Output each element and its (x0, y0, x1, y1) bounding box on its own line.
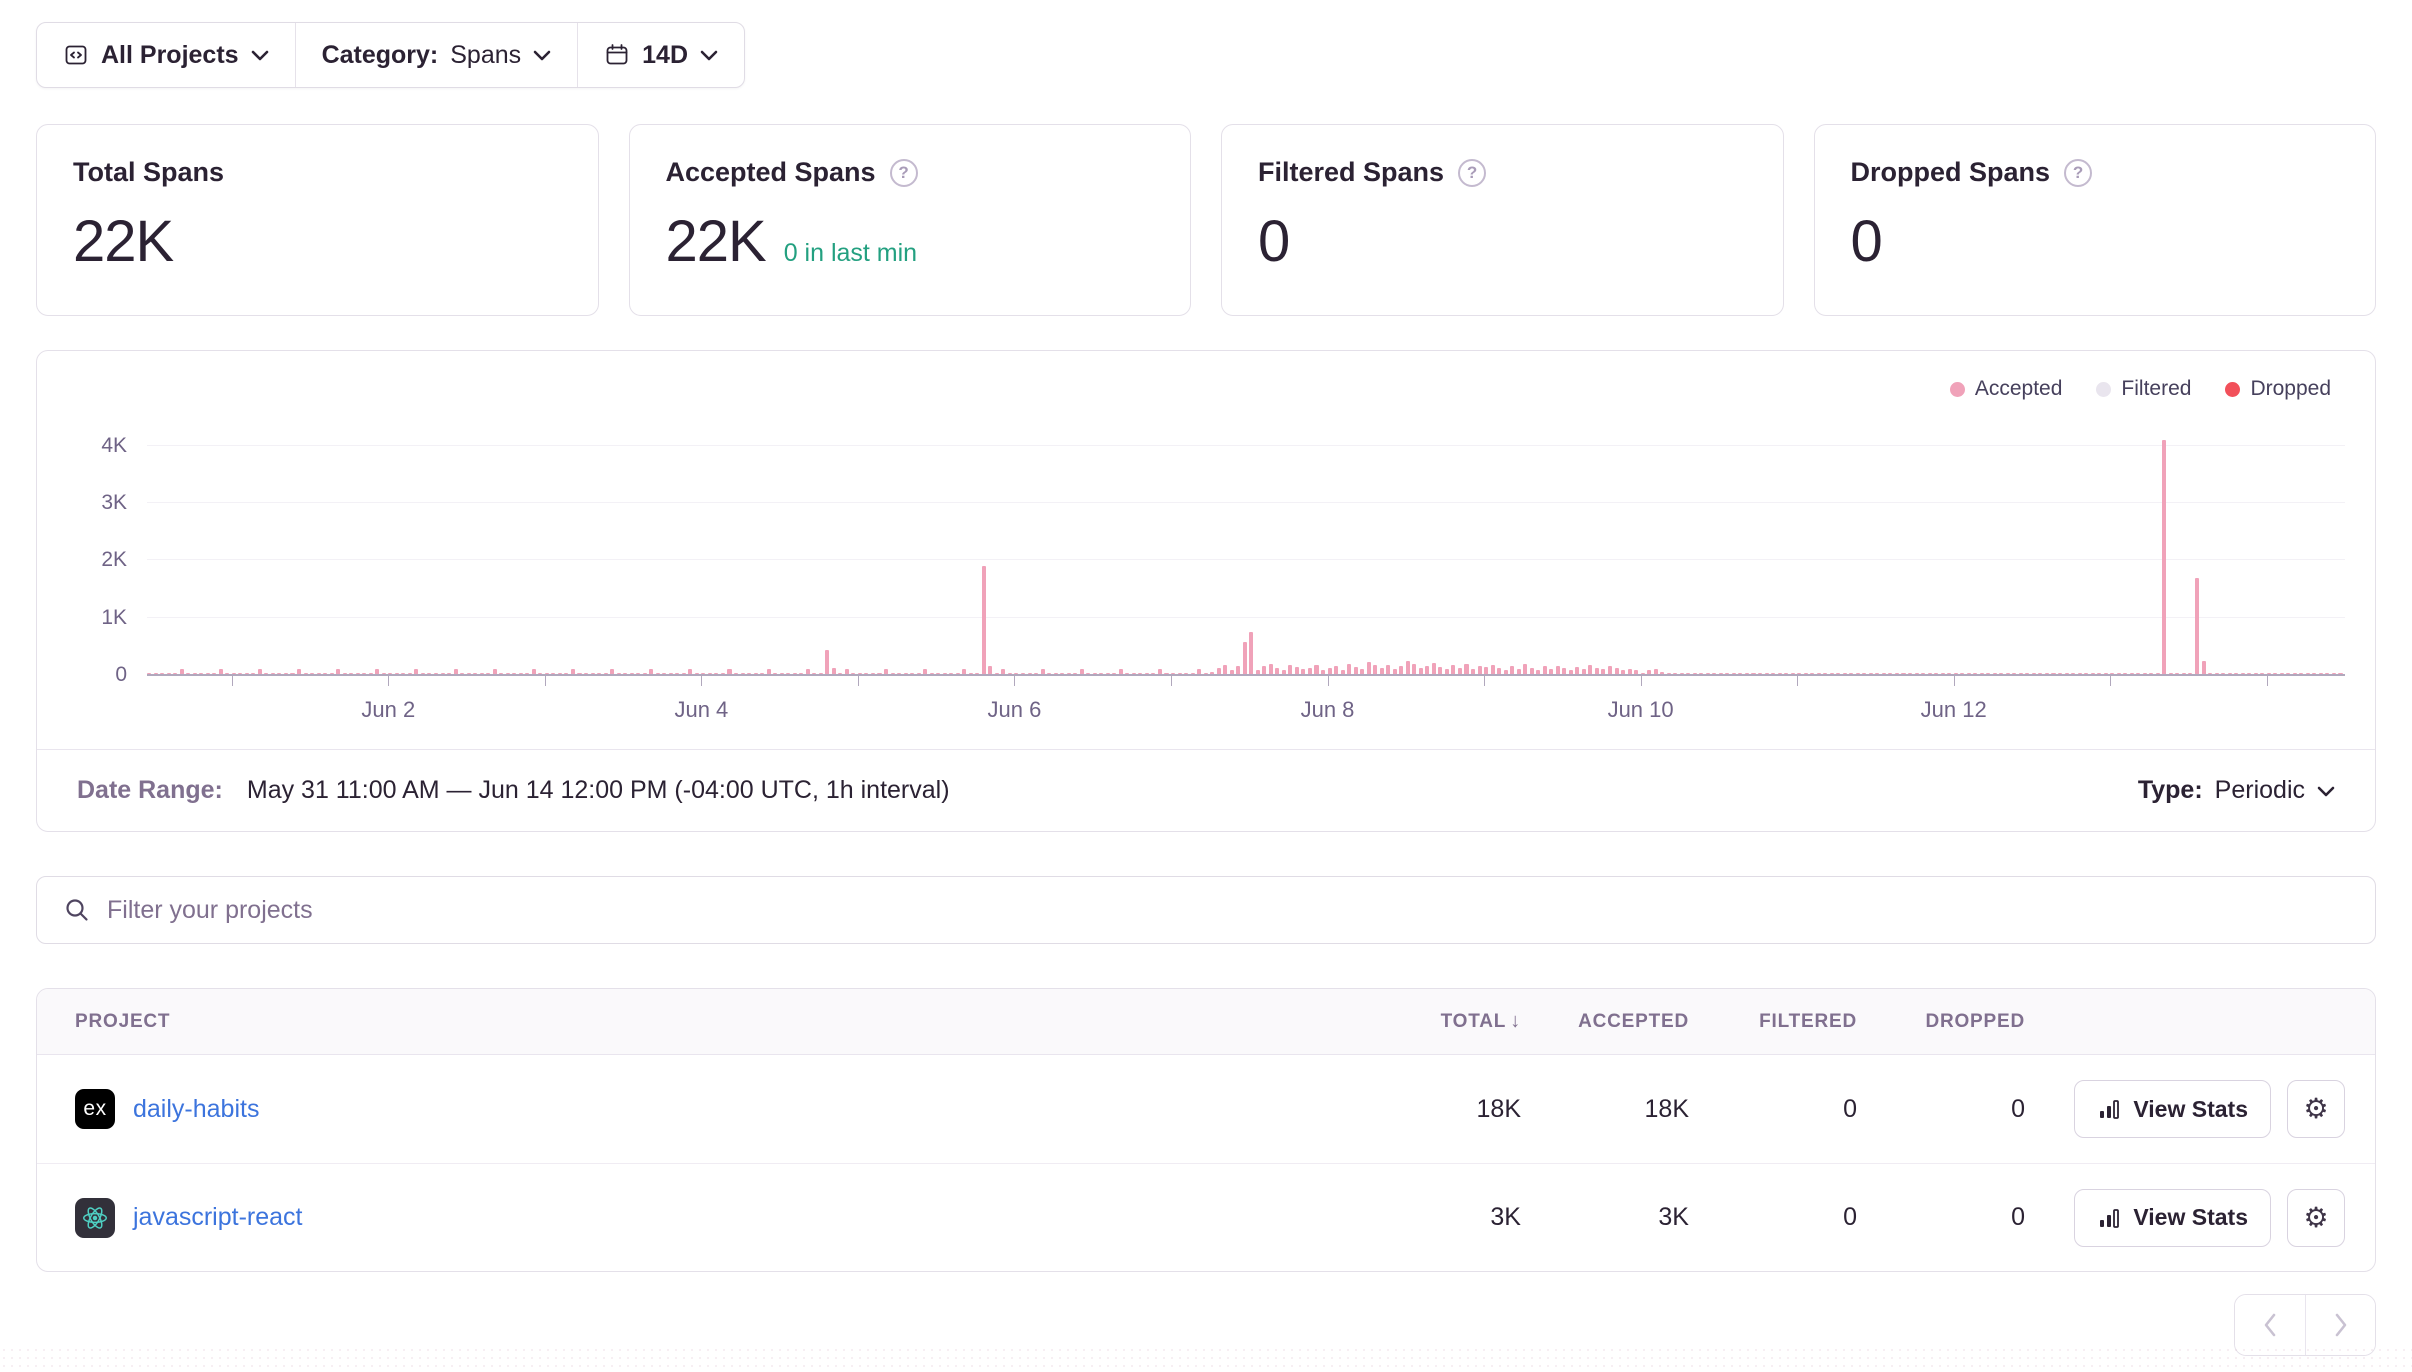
date-range-value: May 31 11:00 AM — Jun 14 12:00 PM (-04:0… (247, 776, 950, 805)
legend-item-filtered[interactable]: Filtered (2096, 377, 2191, 401)
card-value: 0 (1258, 208, 1289, 275)
chevron-down-icon (700, 49, 718, 61)
card-title: Filtered Spans (1258, 157, 1444, 188)
live-rate-text: 0 in last min (784, 239, 917, 268)
chevron-down-icon (251, 49, 269, 61)
filtered-spans-card: Filtered Spans ? 0 (1221, 124, 1784, 316)
search-input[interactable] (107, 896, 2349, 925)
stats-page: All Projects Category: Spans 14D Total S… (0, 0, 2412, 1372)
column-header-accepted[interactable]: ACCEPTED (1521, 1011, 1689, 1033)
calendar-icon (604, 42, 630, 68)
view-stats-button[interactable]: View Stats (2074, 1080, 2271, 1138)
column-header-filtered[interactable]: FILTERED (1689, 1011, 1857, 1033)
card-title: Dropped Spans (1851, 157, 2051, 188)
projects-icon (63, 42, 89, 68)
type-dropdown[interactable]: Type: Periodic (2138, 776, 2335, 805)
accepted-legend-dot-icon (1950, 382, 1965, 397)
chart-y-axis: 01K2K3K4K (63, 423, 147, 675)
filter-bar: All Projects Category: Spans 14D (36, 22, 745, 88)
chevron-down-icon (533, 49, 551, 61)
card-title: Total Spans (73, 157, 224, 188)
column-header-dropped[interactable]: DROPPED (1857, 1011, 2025, 1033)
type-value: Periodic (2215, 776, 2305, 805)
sort-descending-icon: ↓ (1510, 1010, 1521, 1032)
chart-x-axis: Jun 2Jun 4Jun 6Jun 8Jun 10Jun 12 (147, 675, 2345, 749)
table-header-row: PROJECT TOTAL↓ ACCEPTED FILTERED DROPPED (37, 989, 2375, 1055)
filtered-value: 0 (1689, 1095, 1857, 1124)
bar-chart-icon (2097, 1206, 2121, 1230)
filtered-value: 0 (1689, 1203, 1857, 1232)
column-header-total[interactable]: TOTAL↓ (1353, 1010, 1521, 1033)
bar-chart-icon (2097, 1097, 2121, 1121)
date-period-value: 14D (642, 41, 688, 70)
card-value: 0 (1851, 208, 1882, 275)
date-range-label: Date Range: (77, 776, 223, 805)
card-value: 22K (666, 208, 766, 275)
help-icon[interactable]: ? (890, 159, 918, 187)
accepted-value: 18K (1521, 1095, 1689, 1124)
help-icon[interactable]: ? (2064, 159, 2092, 187)
react-platform-icon (75, 1198, 115, 1238)
category-filter-value: Spans (450, 41, 521, 70)
chevron-down-icon (2317, 785, 2335, 797)
dropped-spans-card: Dropped Spans ? 0 (1814, 124, 2377, 316)
project-filter-dropdown[interactable]: All Projects (37, 23, 295, 87)
total-value: 18K (1353, 1095, 1521, 1124)
usage-chart-card: Accepted Filtered Dropped 01K2K3K4K Jun … (36, 350, 2376, 832)
total-spans-card: Total Spans 22K (36, 124, 599, 316)
accepted-spans-card: Accepted Spans ? 22K 0 in last min (629, 124, 1192, 316)
dropped-value: 0 (1857, 1203, 2025, 1232)
filtered-legend-dot-icon (2096, 382, 2111, 397)
project-link[interactable]: daily-habits (133, 1095, 259, 1124)
project-link[interactable]: javascript-react (133, 1203, 303, 1232)
date-period-dropdown[interactable]: 14D (577, 23, 744, 87)
expo-platform-icon: ex (75, 1089, 115, 1129)
legend-item-accepted[interactable]: Accepted (1950, 377, 2063, 401)
card-title: Accepted Spans (666, 157, 876, 188)
search-icon (63, 896, 91, 924)
category-filter-dropdown[interactable]: Category: Spans (295, 23, 578, 87)
view-stats-button[interactable]: View Stats (2074, 1189, 2271, 1247)
gear-icon: ⚙ (2303, 1204, 2328, 1232)
accepted-value: 3K (1521, 1203, 1689, 1232)
card-value: 22K (73, 208, 173, 275)
page-bottom-texture (0, 1346, 2412, 1372)
table-row: ex daily-habits 18K 18K 0 0 View Stats ⚙ (37, 1055, 2375, 1163)
stat-cards: Total Spans 22K Accepted Spans ? 22K 0 i… (36, 124, 2376, 316)
category-filter-label: Category: (322, 41, 439, 70)
project-filter-search (36, 876, 2376, 944)
dropped-value: 0 (1857, 1095, 2025, 1124)
column-header-project: PROJECT (37, 1011, 1353, 1033)
project-settings-button[interactable]: ⚙ (2287, 1189, 2345, 1247)
gear-icon: ⚙ (2303, 1095, 2328, 1123)
projects-table: PROJECT TOTAL↓ ACCEPTED FILTERED DROPPED… (36, 988, 2376, 1272)
dropped-legend-dot-icon (2225, 382, 2240, 397)
chart-footer: Date Range: May 31 11:00 AM — Jun 14 12:… (37, 749, 2375, 831)
total-value: 3K (1353, 1203, 1521, 1232)
table-row: javascript-react 3K 3K 0 0 View Stats ⚙ (37, 1163, 2375, 1271)
help-icon[interactable]: ? (1458, 159, 1486, 187)
chart-plot-area[interactable] (147, 423, 2345, 675)
project-settings-button[interactable]: ⚙ (2287, 1080, 2345, 1138)
legend-item-dropped[interactable]: Dropped (2225, 377, 2331, 401)
chevron-left-icon (2262, 1312, 2278, 1338)
chart-legend: Accepted Filtered Dropped (1950, 377, 2331, 401)
project-filter-label: All Projects (101, 41, 239, 70)
chevron-right-icon (2333, 1312, 2349, 1338)
